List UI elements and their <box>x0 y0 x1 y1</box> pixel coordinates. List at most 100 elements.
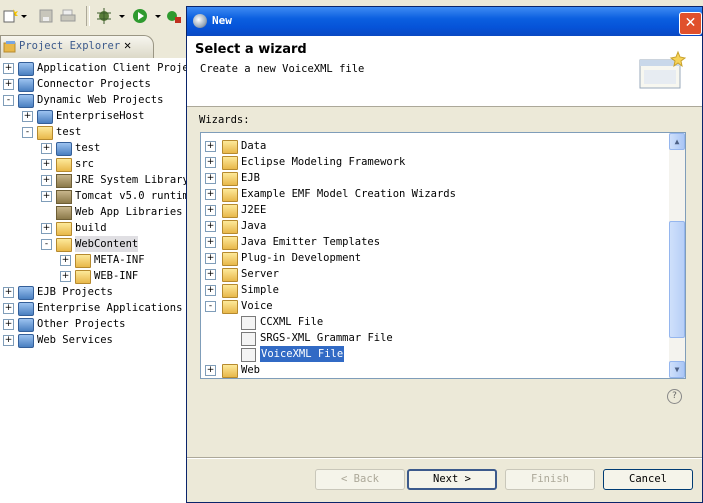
expand-icon[interactable]: + <box>3 319 14 330</box>
expand-icon[interactable]: + <box>3 335 14 346</box>
expand-icon[interactable]: + <box>3 303 14 314</box>
project-explorer-tabbar: Project Explorer ✕ <box>0 35 190 58</box>
tree-item[interactable]: + Connector Projects <box>0 76 190 92</box>
project-icon <box>18 286 34 300</box>
run-icon[interactable] <box>132 8 148 24</box>
folder-icon <box>222 236 238 250</box>
finish-button[interactable]: Finish <box>505 469 595 490</box>
wizard-item[interactable]: + J2EE <box>201 202 667 218</box>
expand-icon[interactable]: + <box>60 271 71 282</box>
expand-icon[interactable]: + <box>205 365 216 376</box>
scroll-down-button[interactable]: ▼ <box>669 361 685 378</box>
tree-item[interactable]: - WebContent <box>0 236 190 252</box>
wizard-item[interactable]: + Java <box>201 218 667 234</box>
save-icon[interactable] <box>38 8 54 24</box>
wizard-item[interactable]: VoiceXML File <box>201 345 667 363</box>
tree-item[interactable]: Web App Libraries <box>0 204 190 220</box>
wizard-item-label: J2EE <box>241 204 267 216</box>
expand-icon[interactable]: + <box>3 79 14 90</box>
close-button[interactable]: ✕ <box>679 12 702 35</box>
expand-icon[interactable]: + <box>205 253 216 264</box>
wizard-item-label: Java <box>241 220 267 232</box>
external-tools-icon[interactable] <box>166 8 182 24</box>
folder-icon <box>222 300 238 314</box>
expand-icon[interactable]: + <box>3 287 14 298</box>
close-icon[interactable]: ✕ <box>124 38 131 52</box>
expand-icon[interactable]: + <box>205 285 216 296</box>
back-button[interactable]: < Back <box>315 469 405 490</box>
wizard-item-label: Eclipse Modeling Framework <box>241 156 406 168</box>
tree-item[interactable]: + Web Services <box>0 332 190 348</box>
tree-item[interactable]: + Application Client Projects <box>0 60 208 76</box>
tree-item-label: Tomcat v5.0 runtime <box>75 190 196 202</box>
run-dropdown-icon[interactable] <box>154 8 162 24</box>
debug-dropdown-icon[interactable] <box>118 8 126 24</box>
expand-icon[interactable]: + <box>41 191 52 202</box>
expand-icon[interactable]: + <box>205 141 216 152</box>
wizard-item[interactable]: CCXML File <box>201 314 667 330</box>
cancel-button[interactable]: Cancel <box>603 469 693 490</box>
tree-item[interactable]: + META-INF <box>0 252 190 268</box>
next-button[interactable]: Next > <box>407 469 497 490</box>
tree-item[interactable]: + EJB Projects <box>0 284 190 300</box>
tree-item[interactable]: + Other Projects <box>0 316 190 332</box>
wizard-item[interactable]: + Eclipse Modeling Framework <box>201 154 667 170</box>
tab-project-explorer[interactable]: Project Explorer ✕ <box>0 35 154 58</box>
print-icon[interactable] <box>60 8 76 24</box>
expand-icon[interactable]: + <box>205 221 216 232</box>
expand-icon[interactable]: + <box>41 223 52 234</box>
new-icon[interactable] <box>2 8 18 24</box>
tree-item[interactable]: + EnterpriseHost <box>0 108 190 124</box>
new-dropdown-icon[interactable] <box>20 8 28 24</box>
expand-icon[interactable]: + <box>22 111 33 122</box>
expand-icon[interactable]: + <box>205 173 216 184</box>
wizard-item[interactable]: + Server <box>201 266 667 282</box>
wizard-tree[interactable]: + Data + Eclipse Modeling Framework + EJB + Exa… <box>200 132 686 379</box>
tree-item[interactable]: + WEB-INF <box>0 268 190 284</box>
expand-icon[interactable]: + <box>205 157 216 168</box>
expand-icon[interactable]: + <box>205 205 216 216</box>
expand-icon[interactable]: + <box>205 269 216 280</box>
expand-icon[interactable]: + <box>41 143 52 154</box>
tree-item[interactable]: + Tomcat v5.0 runtime <box>0 188 195 204</box>
project-icon <box>18 318 34 332</box>
help-icon[interactable]: ? <box>667 389 682 404</box>
folder-icon <box>222 220 238 234</box>
wizard-item[interactable]: + Web <box>201 362 667 378</box>
tree-item[interactable]: + test <box>0 140 190 156</box>
wizard-item[interactable]: + EJB <box>201 170 667 186</box>
expand-icon[interactable]: + <box>3 63 14 74</box>
tree-item[interactable]: + build <box>0 220 190 236</box>
wizard-item[interactable]: + Plug-in Development <box>201 250 667 266</box>
expand-icon[interactable]: + <box>60 255 71 266</box>
expand-icon[interactable]: + <box>205 237 216 248</box>
wizard-item[interactable]: + Data <box>201 138 667 154</box>
dialog-titlebar[interactable]: New ✕ <box>187 7 702 36</box>
wizard-item[interactable]: - Voice <box>201 298 667 314</box>
expand-icon[interactable]: + <box>205 189 216 200</box>
folder-icon <box>222 364 238 378</box>
tree-item-label: Enterprise Applications <box>37 302 183 314</box>
collapse-icon[interactable]: - <box>22 127 33 138</box>
scroll-up-button[interactable]: ▲ <box>669 133 685 150</box>
tree-item[interactable]: + Enterprise Applications <box>0 300 190 316</box>
scroll-thumb[interactable] <box>669 221 685 338</box>
collapse-icon[interactable]: - <box>3 95 14 106</box>
tree-item[interactable]: + JRE System Library <box>0 172 190 188</box>
tree-item[interactable]: + src <box>0 156 190 172</box>
expand-icon[interactable]: + <box>41 159 52 170</box>
expand-icon[interactable]: + <box>41 175 52 186</box>
wizard-item[interactable]: SRGS-XML Grammar File <box>201 330 667 346</box>
tree-item-label: Web Services <box>37 334 113 346</box>
collapse-icon[interactable]: - <box>41 239 52 250</box>
tree-item[interactable]: - test <box>0 124 190 140</box>
wizard-item[interactable]: + Simple <box>201 282 667 298</box>
vertical-scrollbar[interactable]: ▲ ▼ <box>669 133 685 378</box>
tree-item[interactable]: - Dynamic Web Projects <box>0 92 190 108</box>
wizard-item[interactable]: + Example EMF Model Creation Wizards <box>201 186 667 202</box>
wizard-item[interactable]: + Java Emitter Templates <box>201 234 667 250</box>
debug-icon[interactable] <box>96 8 112 24</box>
collapse-icon[interactable]: - <box>205 301 216 312</box>
toolbar-separator <box>86 6 90 26</box>
header-title: Select a wizard <box>195 42 307 57</box>
